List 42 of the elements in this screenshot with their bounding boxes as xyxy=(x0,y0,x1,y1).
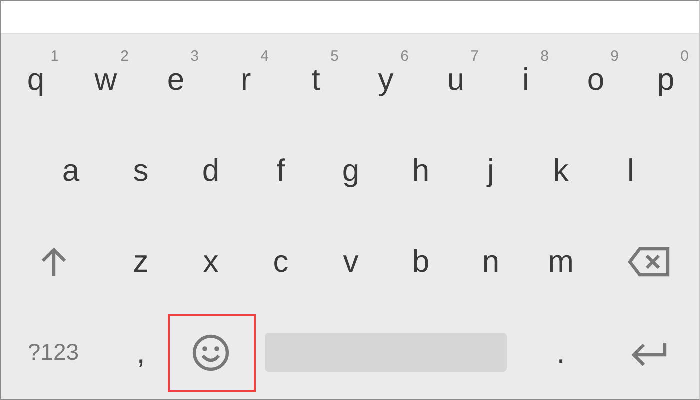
letter-key[interactable]: g xyxy=(316,136,386,206)
letter-key[interactable]: p 0 xyxy=(631,44,700,114)
letter-key[interactable]: a xyxy=(36,136,106,206)
number-hint: 2 xyxy=(120,48,129,64)
letter-key[interactable]: i 8 xyxy=(491,44,561,114)
letter-key[interactable]: s xyxy=(106,136,176,206)
number-hint: 6 xyxy=(400,48,409,64)
letter-key[interactable]: w 2 xyxy=(71,44,141,114)
letter-key[interactable]: d xyxy=(176,136,246,206)
backspace-icon xyxy=(628,246,670,276)
letter-key[interactable]: o 9 xyxy=(561,44,631,114)
letter-key[interactable]: e 3 xyxy=(141,44,211,114)
number-hint: 5 xyxy=(330,48,339,64)
letter-key[interactable]: , xyxy=(106,318,176,388)
letter-key[interactable]: c xyxy=(246,226,316,296)
number-hint: 9 xyxy=(610,48,619,64)
letter-key[interactable]: x xyxy=(176,226,246,296)
number-hint: 4 xyxy=(260,48,269,64)
number-hint: 8 xyxy=(540,48,549,64)
letter-key[interactable]: b xyxy=(386,226,456,296)
up-arrow-icon xyxy=(40,246,68,276)
letter-key[interactable]: m xyxy=(526,226,596,296)
letter-key[interactable]: n xyxy=(456,226,526,296)
symbols-key[interactable]: ?123 xyxy=(1,318,106,388)
number-hint: 3 xyxy=(190,48,199,64)
letter-key[interactable]: j xyxy=(456,136,526,206)
letter-key[interactable]: r 4 xyxy=(211,44,281,114)
letter-key[interactable]: v xyxy=(316,226,386,296)
number-hint: 0 xyxy=(680,48,689,64)
letter-key[interactable]: u 7 xyxy=(421,44,491,114)
number-hint: 7 xyxy=(470,48,479,64)
letter-key[interactable]: q 1 xyxy=(1,44,71,114)
letter-key[interactable]: y 6 xyxy=(351,44,421,114)
letter-key[interactable]: k xyxy=(526,136,596,206)
letter-key[interactable]: z xyxy=(106,226,176,296)
number-hint: 1 xyxy=(50,48,59,64)
smiley-icon xyxy=(192,334,230,372)
letter-key[interactable]: t 5 xyxy=(281,44,351,114)
letter-key[interactable]: h xyxy=(386,136,456,206)
letter-key[interactable]: . xyxy=(526,318,596,388)
letter-key[interactable]: l xyxy=(596,136,666,206)
letter-key[interactable]: f xyxy=(246,136,316,206)
